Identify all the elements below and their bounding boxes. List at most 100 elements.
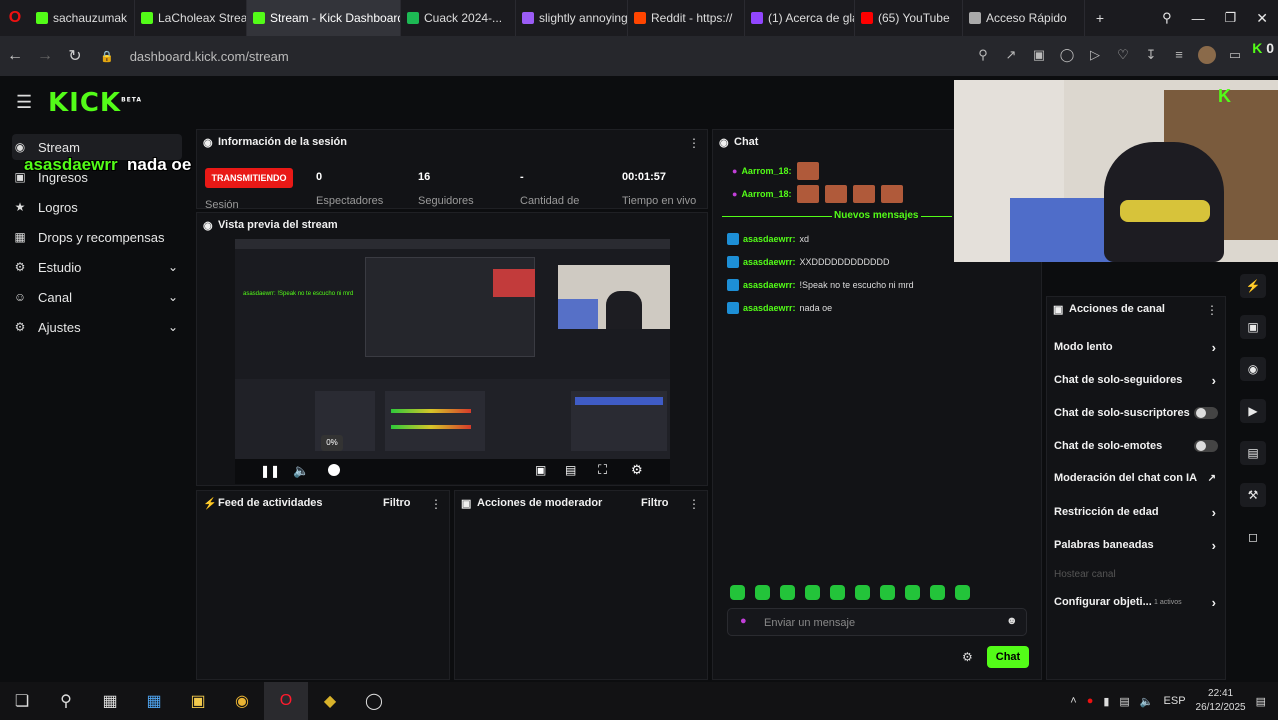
emote-shortcut-icon[interactable]	[755, 585, 770, 600]
action-item[interactable]: Hostear canal	[1054, 565, 1220, 583]
emote-shortcut-icon[interactable]	[730, 585, 745, 600]
chrome-icon[interactable]: ◉	[220, 682, 264, 720]
pause-icon[interactable]: ❚❚	[260, 464, 280, 478]
emote-shortcut-icon[interactable]	[955, 585, 970, 600]
heart-icon[interactable]: ♡	[1114, 46, 1132, 64]
reload-icon[interactable]: ↻	[60, 46, 90, 66]
mic-icon[interactable]: ▮	[1103, 695, 1109, 708]
chat-username[interactable]: asasdaewrr:	[743, 234, 796, 244]
mic-icon[interactable]: ●	[740, 615, 747, 627]
chevron-down-icon[interactable]: ⌄	[168, 290, 178, 304]
tab-kick[interactable]: sachauzumak	[30, 0, 135, 36]
quick-action-layout-icon[interactable]: ▤	[1240, 441, 1266, 465]
opera-icon[interactable]: O	[264, 682, 308, 720]
action-item[interactable]: Chat de solo-emotes	[1054, 437, 1220, 455]
emote-shortcut-icon[interactable]	[780, 585, 795, 600]
chat-username[interactable]: asasdaewrr:	[743, 257, 796, 267]
language-indicator[interactable]: ESP	[1164, 695, 1186, 707]
camera-icon[interactable]: ▣	[1030, 46, 1048, 64]
shield-icon[interactable]: ◯	[1058, 46, 1076, 64]
stream-preview-video[interactable]: asasdaewrr: !Speak no te escucho ni mrd …	[235, 239, 670, 484]
hamburger-menu-icon[interactable]: ☰	[16, 92, 32, 113]
menu-icon[interactable]: ≡	[1170, 46, 1188, 64]
chat-send-button[interactable]: Chat	[987, 646, 1029, 668]
volume-icon[interactable]: 🔈	[293, 463, 309, 479]
back-icon[interactable]: ←	[0, 47, 30, 65]
opera-logo-icon[interactable]: O	[0, 9, 30, 27]
kebab-icon[interactable]: ⋮	[1206, 303, 1218, 317]
tab-grid[interactable]: Acceso Rápido	[963, 0, 1085, 36]
action-item[interactable]: Chat de solo-seguidores ›	[1054, 371, 1220, 389]
emote-shortcut-icon[interactable]	[855, 585, 870, 600]
kebab-icon[interactable]: ⋮	[688, 136, 700, 150]
volume-icon[interactable]: 🔈	[1140, 695, 1154, 708]
store-icon[interactable]: ▦	[132, 682, 176, 720]
theater-icon[interactable]: ▤	[565, 463, 576, 477]
emote-shortcut-icon[interactable]	[830, 585, 845, 600]
chat-username[interactable]: asasdaewrr:	[743, 280, 796, 290]
opera-gx-icon[interactable]: ●	[1087, 695, 1094, 707]
play-icon[interactable]: ▷	[1086, 46, 1104, 64]
kebab-icon[interactable]: ⋮	[430, 497, 442, 511]
kebab-icon[interactable]: ⋮	[688, 497, 700, 511]
sidebar-item-drops[interactable]: ▦ Drops y recompensas	[12, 224, 182, 250]
tab-reddit[interactable]: Reddit - https://	[628, 0, 745, 36]
extensions-icon[interactable]: ▭	[1226, 46, 1244, 64]
quick-action-network-icon[interactable]: ◻	[1240, 525, 1266, 549]
emote-icon[interactable]	[797, 185, 820, 203]
network-icon[interactable]: ▤	[1119, 695, 1129, 708]
toggle-switch[interactable]	[1194, 440, 1218, 452]
chat-username[interactable]: Aarrom_18:	[741, 166, 791, 176]
task-view-icon[interactable]: ▦	[88, 682, 132, 720]
maximize-icon[interactable]: ❐	[1225, 10, 1237, 26]
tab-kick[interactable]: Stream - Kick Dashboard	[247, 0, 401, 36]
emote-shortcut-icon[interactable]	[930, 585, 945, 600]
emote-icon[interactable]	[825, 185, 848, 203]
tab-tab[interactable]: slightly annoying	[516, 0, 628, 36]
tab-youtube[interactable]: (65) YouTube	[855, 0, 963, 36]
action-item[interactable]: Restricción de edad ›	[1054, 503, 1220, 521]
chevron-down-icon[interactable]: ⌄	[168, 260, 178, 274]
chat-username[interactable]: asasdaewrr:	[743, 303, 796, 313]
app-icon[interactable]: ◆	[308, 682, 352, 720]
start-icon[interactable]: ❏	[0, 682, 44, 720]
quick-action-stream-icon[interactable]: ▶	[1240, 399, 1266, 423]
chevron-up-icon[interactable]: ˄	[1070, 695, 1076, 707]
explorer-icon[interactable]: ▣	[176, 682, 220, 720]
quick-action-bolt-icon[interactable]: ⚡	[1240, 274, 1266, 298]
emote-shortcut-icon[interactable]	[805, 585, 820, 600]
emote-shortcut-icon[interactable]	[880, 585, 895, 600]
action-item[interactable]: Modo lento ›	[1054, 338, 1220, 356]
notifications-icon[interactable]: ▤	[1256, 695, 1266, 708]
tab-twitch[interactable]: (1) Acerca de gla	[745, 0, 855, 36]
chevron-down-icon[interactable]: ⌄	[168, 320, 178, 334]
url-field[interactable]: dashboard.kick.com/stream	[130, 49, 289, 64]
share-icon[interactable]: ↗	[1002, 46, 1020, 64]
sidebar-item-estudio[interactable]: ⚙ Estudio ⌄	[12, 254, 182, 280]
download-icon[interactable]: ↧	[1142, 46, 1160, 64]
volume-slider-knob[interactable]	[328, 464, 340, 476]
quick-action-doc-icon[interactable]: ▣	[1240, 315, 1266, 339]
mod-filter-button[interactable]: Filtro	[641, 497, 669, 509]
emote-shortcut-icon[interactable]	[905, 585, 920, 600]
emoji-icon[interactable]: ☻	[1006, 615, 1018, 627]
quick-action-chat-icon[interactable]: ◉	[1240, 357, 1266, 381]
sidebar-item-logros[interactable]: ★ Logros	[12, 194, 182, 220]
clock[interactable]: 22:41 26/12/2025	[1196, 687, 1246, 715]
kick-logo[interactable]: KICKBETA	[48, 88, 142, 118]
toggle-switch[interactable]	[1194, 407, 1218, 419]
chat-username[interactable]: Aarrom_18:	[741, 189, 791, 199]
sidebar-item-ajustes[interactable]: ⚙ Ajustes ⌄	[12, 314, 182, 340]
obs-icon[interactable]: ◯	[352, 682, 396, 720]
quick-action-tools-icon[interactable]: ⚒	[1240, 483, 1266, 507]
action-item[interactable]: Moderación del chat con IA ↗	[1054, 469, 1220, 487]
chat-settings-icon[interactable]: ⚙	[962, 650, 973, 664]
emote-icon[interactable]	[797, 162, 820, 180]
emote-icon[interactable]	[881, 185, 904, 203]
feed-filter-button[interactable]: Filtro	[383, 497, 411, 509]
chat-input[interactable]: ● Enviar un mensaje ☻	[727, 608, 1027, 636]
action-item[interactable]: Configurar objeti... 1 activos ›	[1054, 593, 1220, 611]
settings-icon[interactable]: ⚙	[631, 462, 643, 478]
action-item[interactable]: Palabras baneadas ›	[1054, 536, 1220, 554]
new-tab-icon[interactable]: +	[1085, 10, 1115, 26]
